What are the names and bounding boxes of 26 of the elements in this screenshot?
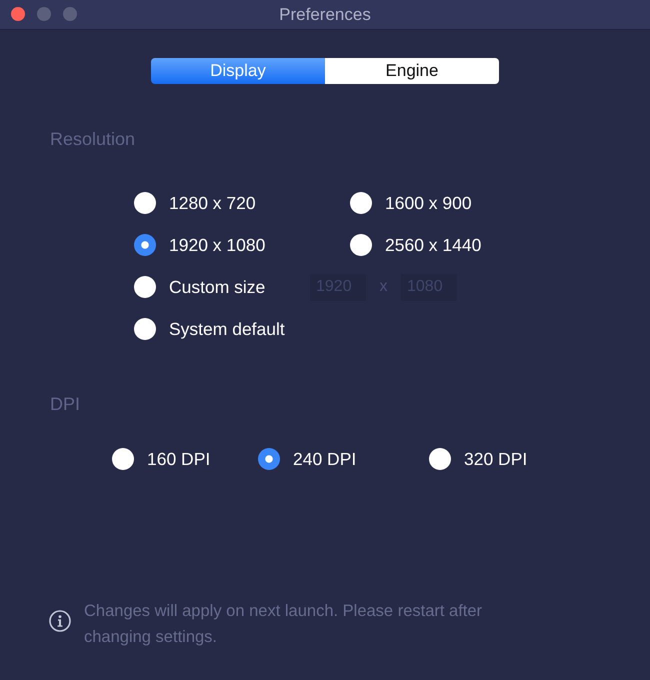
radio-button[interactable] (429, 448, 451, 470)
radio-button[interactable] (134, 318, 156, 340)
radio-label[interactable]: 2560 x 1440 (385, 234, 482, 256)
radio-button[interactable] (112, 448, 134, 470)
radio-button[interactable] (134, 192, 156, 214)
close-button[interactable] (11, 7, 25, 21)
window-title: Preferences (279, 4, 371, 24)
notice-text: Changes will apply on next launch. Please restart after changing settings. (84, 601, 484, 648)
info-icon (49, 610, 71, 632)
radio-label[interactable]: 240 DPI (293, 448, 356, 470)
radio-label[interactable]: Custom size (169, 276, 266, 298)
radio-label[interactable]: 160 DPI (147, 448, 210, 470)
radio-button[interactable] (258, 448, 280, 470)
tab[interactable]: Engine (325, 58, 499, 84)
radio-label[interactable]: 320 DPI (464, 448, 528, 470)
radio-label[interactable]: 1920 x 1080 (169, 234, 266, 256)
radio-button[interactable] (134, 234, 156, 256)
radio-label[interactable]: 1600 x 900 (385, 192, 472, 214)
section-heading: DPI (50, 393, 82, 415)
section-heading: Resolution (50, 128, 136, 150)
radio-label[interactable]: 1280 x 720 (169, 192, 256, 214)
radio-button[interactable] (350, 234, 372, 256)
radio-label[interactable]: System default (169, 318, 285, 340)
radio-button[interactable] (134, 276, 156, 298)
radio-button[interactable] (350, 192, 372, 214)
tab[interactable]: Display (151, 58, 325, 84)
